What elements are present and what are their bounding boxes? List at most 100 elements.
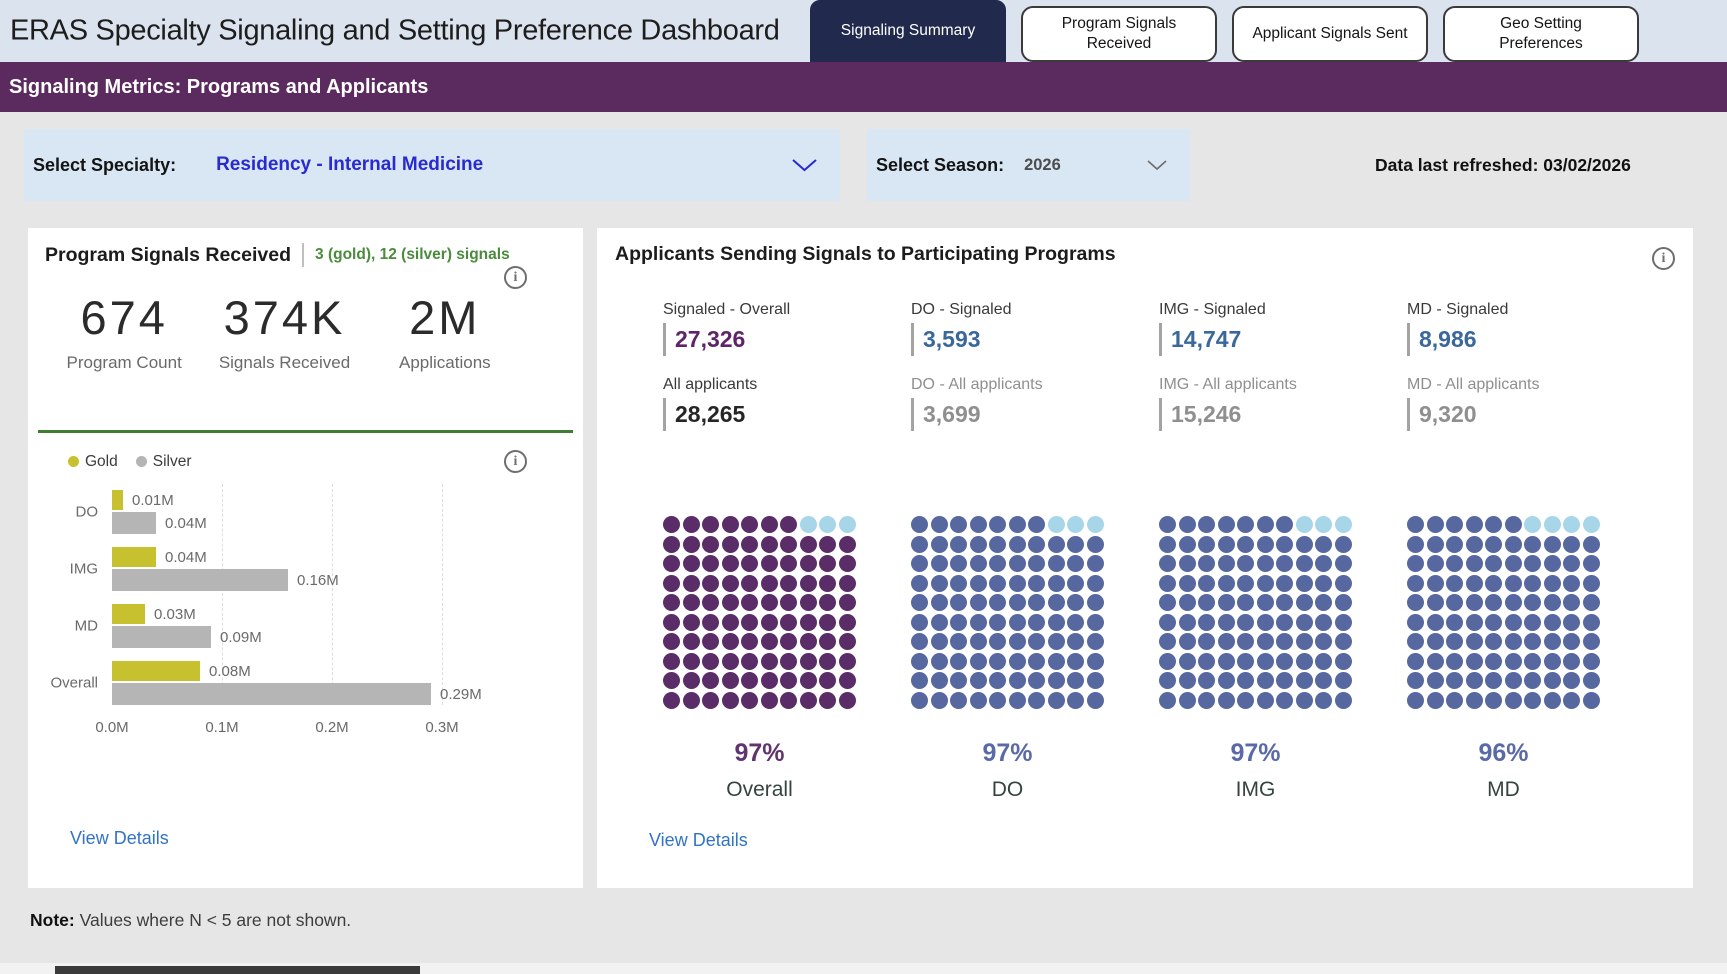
waffle-dot-filled[interactable] [1466,536,1483,553]
waffle-dot-filled[interactable] [1407,614,1424,631]
waffle-dot-remainder[interactable] [800,516,817,533]
waffle-dot-filled[interactable] [1276,555,1293,572]
waffle-dot-filled[interactable] [819,594,836,611]
waffle-dot-filled[interactable] [1198,672,1215,689]
waffle-dot-filled[interactable] [741,555,758,572]
waffle-dot-filled[interactable] [1485,672,1502,689]
waffle-dot-filled[interactable] [761,692,778,709]
waffle-dot-filled[interactable] [1427,536,1444,553]
waffle-dot-filled[interactable] [1159,614,1176,631]
waffle-dot-filled[interactable] [1159,516,1176,533]
waffle-dot-filled[interactable] [1563,653,1580,670]
waffle-dot-filled[interactable] [989,692,1006,709]
waffle-dot-filled[interactable] [1009,516,1026,533]
waffle-dot-filled[interactable] [989,536,1006,553]
waffle-dot-filled[interactable] [911,633,928,650]
waffle-dot-filled[interactable] [950,614,967,631]
waffle-dot-filled[interactable] [1028,653,1045,670]
waffle-dot-filled[interactable] [722,633,739,650]
waffle-dot-filled[interactable] [761,653,778,670]
waffle-dot-filled[interactable] [1048,633,1065,650]
waffle-dot-filled[interactable] [1257,516,1274,533]
waffle-dot-filled[interactable] [1296,633,1313,650]
waffle-dot-filled[interactable] [1466,692,1483,709]
waffle-dot-filled[interactable] [683,575,700,592]
bar-silver[interactable] [112,512,156,534]
waffle-dot-filled[interactable] [1067,536,1084,553]
waffle-dot-filled[interactable] [800,614,817,631]
waffle-dot-filled[interactable] [1427,594,1444,611]
waffle-dot-filled[interactable] [1218,614,1235,631]
waffle-dot-filled[interactable] [911,575,928,592]
waffle-dot-filled[interactable] [1237,575,1254,592]
waffle-dot-filled[interactable] [1009,594,1026,611]
waffle-dot-filled[interactable] [780,555,797,572]
waffle-dot-filled[interactable] [839,692,856,709]
waffle-dot-filled[interactable] [800,633,817,650]
waffle-dot-filled[interactable] [1198,536,1215,553]
waffle-dot-filled[interactable] [1315,692,1332,709]
waffle-dot-filled[interactable] [741,614,758,631]
waffle-dot-filled[interactable] [931,555,948,572]
waffle-dot-filled[interactable] [970,555,987,572]
waffle-dot-filled[interactable] [1524,614,1541,631]
waffle-dot-filled[interactable] [819,692,836,709]
waffle-dot-filled[interactable] [1028,516,1045,533]
waffle-dot-filled[interactable] [1446,594,1463,611]
waffle-dot-filled[interactable] [780,516,797,533]
waffle-dot-filled[interactable] [1407,672,1424,689]
waffle-dot-filled[interactable] [1583,633,1600,650]
waffle-dot-filled[interactable] [839,672,856,689]
waffle-dot-filled[interactable] [970,594,987,611]
waffle-dot-filled[interactable] [1159,692,1176,709]
waffle-dot-filled[interactable] [931,633,948,650]
waffle-dot-filled[interactable] [1335,692,1352,709]
waffle-dot-filled[interactable] [1583,575,1600,592]
waffle-dot-filled[interactable] [911,536,928,553]
legend-item-silver[interactable]: Silver [136,453,192,471]
waffle-dot-filled[interactable] [931,692,948,709]
waffle-dot-filled[interactable] [741,536,758,553]
waffle-dot-filled[interactable] [1179,575,1196,592]
waffle-dot-filled[interactable] [1485,516,1502,533]
waffle-dot-filled[interactable] [1583,672,1600,689]
waffle-dot-filled[interactable] [1198,653,1215,670]
waffle-dot-filled[interactable] [1159,536,1176,553]
waffle-dot-filled[interactable] [1067,692,1084,709]
info-icon[interactable]: i [1652,247,1675,270]
waffle-dot-filled[interactable] [800,692,817,709]
waffle-dot-filled[interactable] [1427,633,1444,650]
waffle-dot-filled[interactable] [1446,653,1463,670]
waffle-dot-filled[interactable] [970,575,987,592]
waffle-dot-filled[interactable] [1315,555,1332,572]
waffle-dot-filled[interactable] [722,653,739,670]
waffle-dot-filled[interactable] [1179,594,1196,611]
waffle-dot-filled[interactable] [970,653,987,670]
waffle-dot-filled[interactable] [741,575,758,592]
waffle-dot-filled[interactable] [1276,594,1293,611]
waffle-dot-filled[interactable] [1296,555,1313,572]
waffle-dot-filled[interactable] [1446,633,1463,650]
waffle-dot-filled[interactable] [950,516,967,533]
waffle-dot-filled[interactable] [1198,594,1215,611]
waffle-dot-filled[interactable] [1485,614,1502,631]
bar-silver[interactable] [112,683,431,705]
waffle-dot-filled[interactable] [1407,516,1424,533]
waffle-dot-filled[interactable] [1485,575,1502,592]
waffle-dot-filled[interactable] [1198,575,1215,592]
legend-item-gold[interactable]: Gold [68,453,118,471]
waffle-dot-filled[interactable] [702,614,719,631]
waffle-dot-filled[interactable] [1466,555,1483,572]
waffle-dot-filled[interactable] [989,614,1006,631]
waffle-dot-filled[interactable] [970,614,987,631]
waffle-dot-filled[interactable] [1407,653,1424,670]
waffle-dot-filled[interactable] [1028,594,1045,611]
waffle-dot-filled[interactable] [1198,516,1215,533]
waffle-dot-filled[interactable] [683,672,700,689]
waffle-dot-filled[interactable] [1087,555,1104,572]
waffle-dot-filled[interactable] [1198,555,1215,572]
waffle-dot-filled[interactable] [1335,536,1352,553]
waffle-dot-remainder[interactable] [1315,516,1332,533]
waffle-dot-filled[interactable] [1505,633,1522,650]
waffle-dot-filled[interactable] [1048,575,1065,592]
